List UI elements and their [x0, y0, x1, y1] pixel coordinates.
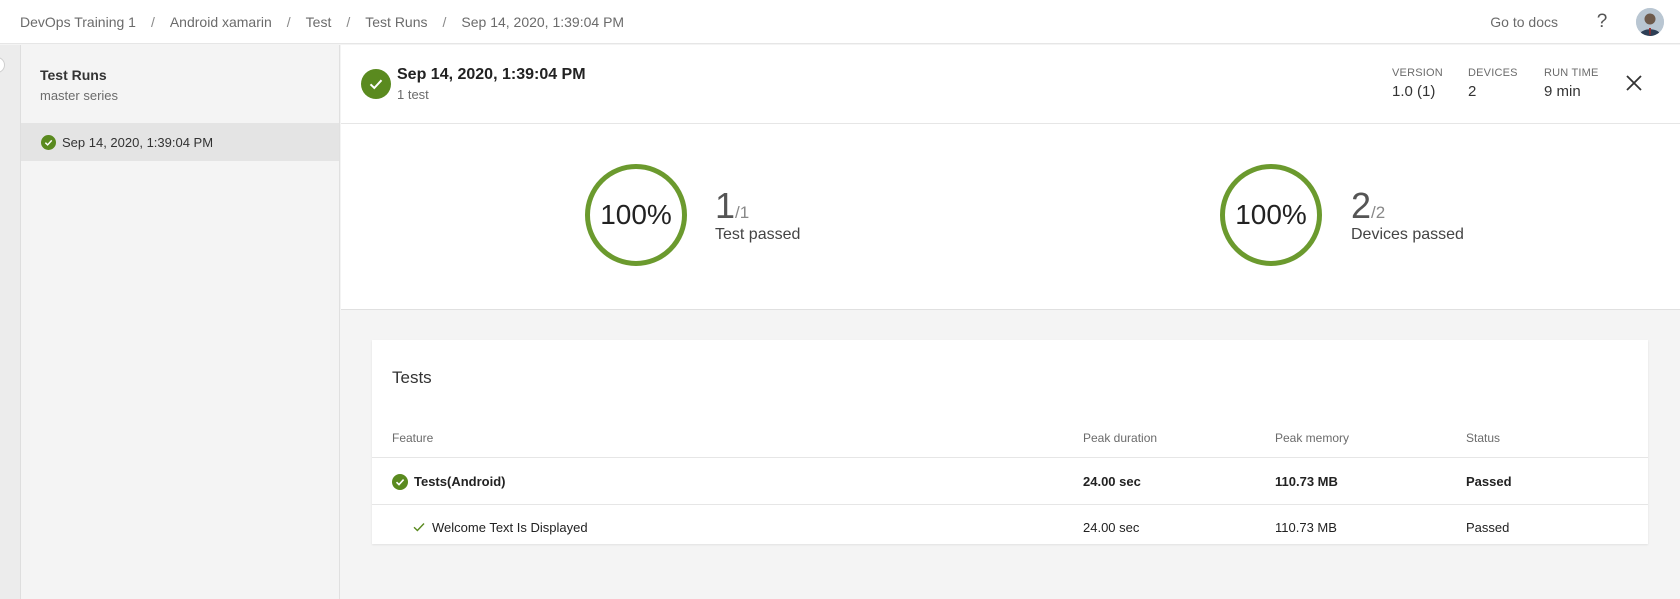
breadcrumb-separator: / [286, 13, 291, 30]
devices-percent: 100% [1235, 199, 1307, 230]
help-icon[interactable]: ? [1592, 10, 1612, 32]
meta-label: VERSION [1392, 67, 1443, 79]
go-to-docs-link[interactable]: Go to docs [1490, 14, 1558, 30]
meta-run-time: RUN TIME 9 min [1544, 67, 1599, 100]
run-test-count: 1 test [397, 87, 429, 102]
table-row[interactable]: Welcome Text Is Displayed 24.00 sec 110.… [372, 504, 1648, 549]
meta-value: 2 [1468, 83, 1477, 100]
help-glyph: ? [1596, 10, 1608, 32]
duration-cell: 24.00 sec [1083, 474, 1141, 489]
tests-passed-label: Test passed [715, 226, 801, 243]
meta-value: 9 min [1544, 83, 1581, 100]
feature-cell: Tests(Android) [392, 459, 505, 504]
tests-percent: 100% [600, 199, 672, 230]
devices-passed-count: 2 [1351, 185, 1372, 226]
sidebar-subtitle: master series [40, 88, 119, 103]
column-peak-memory: Peak memory [1275, 431, 1350, 445]
passed-check-icon [392, 473, 408, 490]
meta-devices: DEVICES 2 [1468, 67, 1518, 100]
devices-passed-stat: 2/2 Devices passed [1351, 188, 1464, 244]
memory-cell: 110.73 MB [1275, 474, 1338, 489]
feature-name: Welcome Text Is Displayed [432, 519, 588, 535]
run-header: Sep 14, 2020, 1:39:04 PM 1 test VERSION … [341, 45, 1680, 124]
status-cell: Passed [1466, 474, 1512, 489]
column-status: Status [1466, 431, 1501, 445]
devices-total: /2 [1371, 203, 1386, 222]
sidebar-item-label: Sep 14, 2020, 1:39:04 PM [62, 134, 214, 150]
breadcrumb-separator: / [150, 13, 155, 30]
breadcrumb-test-runs[interactable]: Test Runs [365, 14, 427, 30]
breadcrumb-separator: / [346, 13, 351, 30]
breadcrumb-test[interactable]: Test [306, 14, 332, 30]
feature-name: Tests(Android) [414, 474, 506, 489]
avatar-icon [1636, 7, 1664, 36]
sidebar-item-test-run[interactable]: Sep 14, 2020, 1:39:04 PM [21, 123, 339, 161]
close-icon[interactable] [1624, 73, 1644, 93]
column-peak-duration: Peak duration [1083, 431, 1158, 445]
table-row[interactable]: Tests(Android) 24.00 sec 110.73 MB Passe… [372, 459, 1648, 504]
meta-version: VERSION 1.0 (1) [1392, 67, 1443, 100]
feature-cell: Welcome Text Is Displayed [412, 505, 588, 549]
status-cell: Passed [1466, 519, 1510, 535]
sidebar-header: Test Runs master series [21, 45, 339, 123]
meta-label: DEVICES [1468, 67, 1518, 79]
duration-cell: 24.00 sec [1083, 519, 1140, 535]
tests-title: Tests [392, 368, 432, 387]
devices-passed-ring: 100% [1220, 164, 1322, 266]
memory-cell: 110.73 MB [1275, 519, 1337, 535]
breadcrumb-org[interactable]: DevOps Training 1 [20, 14, 136, 30]
meta-label: RUN TIME [1544, 67, 1599, 79]
breadcrumb: DevOps Training 1 / Android xamarin / Te… [0, 14, 624, 30]
tests-total: /1 [735, 203, 750, 222]
meta-value: 1.0 (1) [1392, 83, 1436, 100]
breadcrumb-current-run[interactable]: Sep 14, 2020, 1:39:04 PM [461, 14, 624, 30]
summary-panel: 100% 1/1 Test passed 100% 2/2 Devices pa… [341, 124, 1680, 310]
run-title: Sep 14, 2020, 1:39:04 PM [397, 66, 586, 83]
top-bar: DevOps Training 1 / Android xamarin / Te… [0, 0, 1680, 44]
breadcrumb-separator: / [442, 13, 447, 30]
run-passed-icon [361, 69, 391, 99]
breadcrumb-app[interactable]: Android xamarin [170, 14, 272, 30]
tests-passed-ring: 100% [585, 164, 687, 266]
test-runs-sidebar: Test Runs master series Sep 14, 2020, 1:… [21, 45, 340, 599]
tests-passed-stat: 1/1 Test passed [715, 188, 800, 244]
column-feature: Feature [392, 431, 434, 445]
devices-passed-label: Devices passed [1351, 226, 1464, 243]
tests-card: Tests Feature Peak duration Peak memory … [372, 340, 1648, 544]
expand-nav-toggle[interactable] [0, 57, 5, 73]
avatar[interactable] [1636, 7, 1664, 36]
passed-check-icon [41, 134, 56, 150]
check-icon [413, 523, 425, 532]
sidebar-title: Test Runs [40, 67, 107, 83]
test-run-details: Sep 14, 2020, 1:39:04 PM 1 test VERSION … [341, 45, 1680, 599]
collapsed-nav-rail [0, 45, 21, 599]
table-header: Feature Peak duration Peak memory Status [372, 418, 1648, 458]
tests-passed-count: 1 [715, 185, 736, 226]
